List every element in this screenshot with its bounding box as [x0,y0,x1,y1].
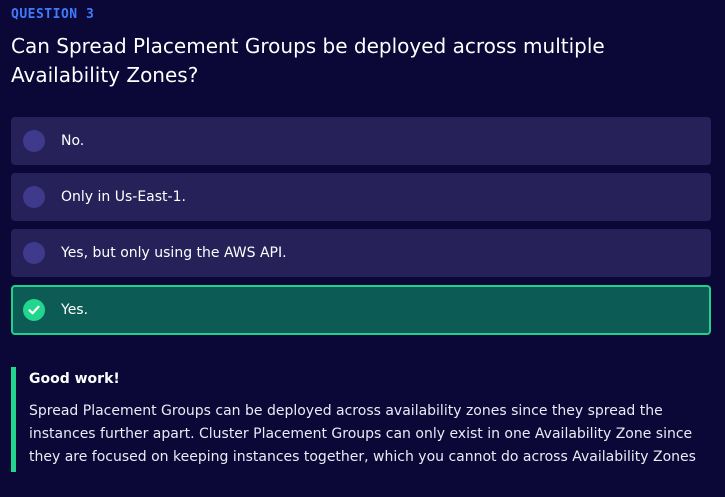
check-icon [23,299,45,321]
question-number-label: QUESTION 3 [11,7,95,22]
answer-option-2[interactable]: Only in Us-East-1. [11,173,711,221]
answer-option-3[interactable]: Yes, but only using the AWS API. [11,229,711,277]
radio-unselected-icon [23,242,45,264]
feedback-title: Good work! [29,371,120,387]
answer-options-list: No. Only in Us-East-1. Yes, but only usi… [11,117,711,343]
question-text: Can Spread Placement Groups be deployed … [11,34,605,87]
feedback-explanation: Spread Placement Groups can be deployed … [29,403,696,465]
radio-unselected-icon [23,130,45,152]
feedback-panel: Good work! Spread Placement Groups can b… [11,367,711,472]
answer-option-label: Yes, but only using the AWS API. [61,245,287,261]
answer-option-label: Only in Us-East-1. [61,189,186,205]
answer-option-1[interactable]: No. [11,117,711,165]
answer-option-label: Yes. [61,302,89,318]
answer-option-label: No. [61,133,85,149]
answer-option-4-correct[interactable]: Yes. [11,285,711,335]
radio-unselected-icon [23,186,45,208]
